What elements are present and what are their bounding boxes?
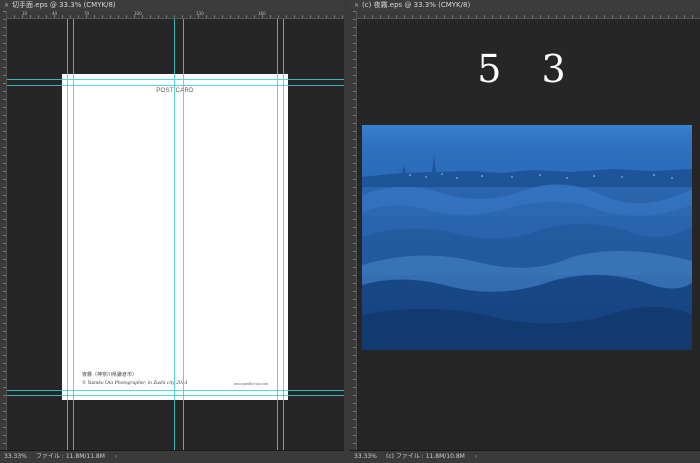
vertical-ruler-right[interactable]	[350, 11, 357, 451]
zoom-level[interactable]: 33.33%	[350, 451, 386, 463]
close-icon[interactable]: ✕	[4, 2, 9, 9]
guide-horizontal[interactable]	[7, 85, 344, 86]
status-bar-right: 33.33% (c) ファイル : 11.8M/10.8M ›	[350, 450, 700, 463]
guide-vertical[interactable]	[283, 19, 284, 451]
night-fog-photo[interactable]	[362, 125, 692, 350]
tab-title-left: 切手面.eps @ 33.3% (CMYK/8)	[12, 1, 116, 9]
guide-vertical[interactable]	[73, 19, 74, 451]
guide-vertical[interactable]	[277, 19, 278, 451]
page-number: 5 3	[477, 47, 580, 91]
zoom-level[interactable]: 33.33%	[0, 451, 36, 463]
ruler-label: 100	[134, 11, 142, 16]
file-info: ファイル : 11.8M/11.8M	[36, 453, 105, 460]
status-arrow-icon[interactable]: ›	[475, 451, 477, 463]
right-document-window: ✕ (c) 夜霧.eps @ 33.3% (CMYK/8) 5 3 33.33%…	[350, 0, 700, 463]
guide-horizontal[interactable]	[7, 79, 344, 80]
vertical-ruler-left[interactable]	[0, 11, 7, 451]
website-url: www.yumiko-ota.com	[233, 381, 268, 386]
left-document-window: ✕ 切手面.eps @ 33.3% (CMYK/8) 10 40 70 100 1…	[0, 0, 344, 463]
canvas-area-right[interactable]: 5 3	[357, 19, 700, 451]
tab-title-right: (c) 夜霧.eps @ 33.3% (CMYK/8)	[362, 1, 471, 9]
guide-vertical[interactable]	[174, 19, 175, 451]
ruler-label: 130	[196, 11, 204, 16]
ruler-label: 10	[22, 11, 28, 16]
landscape-illustration	[362, 125, 692, 350]
guide-vertical[interactable]	[183, 19, 184, 451]
photo-credit: © Yumiko Ota Photographer, in Zushi city…	[82, 380, 188, 386]
postcard-title: POST CARD	[156, 88, 194, 94]
close-icon[interactable]: ✕	[354, 2, 359, 9]
file-info: (c) ファイル : 11.8M/10.8M	[386, 453, 465, 460]
horizontal-ruler-right[interactable]	[356, 11, 700, 19]
ruler-label: 160	[258, 11, 266, 16]
guide-horizontal[interactable]	[7, 395, 344, 396]
guide-vertical[interactable]	[67, 19, 68, 451]
postcard-document[interactable]: POST CARD 夜霧（神奈川県鎌倉市） © Yumiko Ota Photo…	[62, 74, 288, 400]
canvas-area-left[interactable]: POST CARD 夜霧（神奈川県鎌倉市） © Yumiko Ota Photo…	[7, 19, 344, 451]
photo-caption: 夜霧（神奈川県鎌倉市）	[82, 372, 138, 378]
status-arrow-icon[interactable]: ›	[115, 451, 117, 463]
status-bar-left: 33.33% ファイル : 11.8M/11.8M ›	[0, 450, 344, 463]
ruler-label: 70	[84, 11, 90, 16]
ruler-label: 40	[52, 11, 58, 16]
guide-horizontal[interactable]	[7, 390, 344, 391]
